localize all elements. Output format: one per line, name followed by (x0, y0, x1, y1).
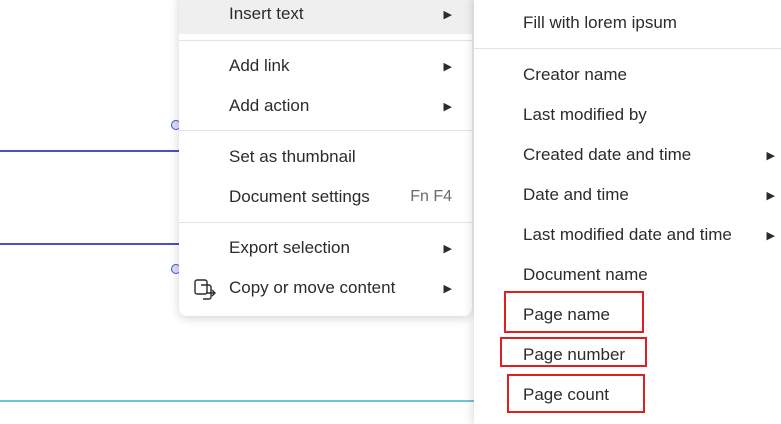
menu-item-label: Export selection (229, 238, 350, 257)
submenu-item-label: Fill with lorem ipsum (523, 13, 677, 32)
submenu-item-date-time[interactable]: Date and time ▶ (474, 175, 781, 215)
menu-item-copy-or-move-content[interactable]: Copy or move content ▶ (179, 268, 472, 308)
submenu-item-document-name[interactable]: Document name (474, 255, 781, 295)
keyboard-shortcut: Fn F4 (410, 188, 452, 205)
submenu-item-created-date-time[interactable]: Created date and time ▶ (474, 135, 781, 175)
menu-divider (474, 48, 781, 49)
menu-item-document-settings[interactable]: Document settings Fn F4 (179, 177, 472, 217)
menu-item-add-action[interactable]: Add action ▶ (179, 86, 472, 126)
submenu-item-label: Document name (523, 265, 648, 284)
submenu-arrow-icon: ▶ (443, 8, 452, 21)
menu-item-label: Document settings (229, 187, 370, 206)
copy-move-icon (193, 277, 217, 301)
submenu-arrow-icon: ▶ (443, 60, 452, 73)
submenu-item-last-modified-by[interactable]: Last modified by (474, 95, 781, 135)
submenu-item-label: Last modified by (523, 105, 647, 124)
menu-divider (179, 130, 472, 131)
menu-item-insert-text[interactable]: Insert text ▶ (179, 0, 472, 34)
submenu-arrow-icon: ▶ (443, 282, 452, 295)
submenu-item-label: Date and time (523, 185, 629, 204)
canvas-bottom-line[interactable] (0, 400, 474, 402)
submenu-item-label: Created date and time (523, 145, 692, 164)
highlight-outline-page-number (500, 337, 647, 367)
submenu-item-last-modified-date-time[interactable]: Last modified date and time ▶ (474, 215, 781, 255)
connector-line-bottom[interactable] (0, 243, 180, 245)
menu-item-add-link[interactable]: Add link ▶ (179, 46, 472, 86)
highlight-outline-page-name (504, 291, 644, 333)
submenu-item-label: Last modified date and time (523, 225, 732, 244)
menu-item-label: Add action (229, 96, 310, 115)
highlight-outline-page-count (507, 374, 645, 413)
menu-item-label: Add link (229, 56, 290, 75)
submenu-arrow-icon: ▶ (766, 189, 775, 202)
submenu-item-fill-lorem-ipsum[interactable]: Fill with lorem ipsum (474, 3, 781, 43)
menu-item-label: Copy or move content (229, 278, 396, 297)
menu-divider (179, 222, 472, 223)
connector-line-top[interactable] (0, 150, 180, 152)
context-menu: Insert text ▶ Add link ▶ Add action ▶ Se… (179, 0, 472, 316)
submenu-arrow-icon: ▶ (766, 229, 775, 242)
submenu-item-label: Creator name (523, 65, 627, 84)
submenu-item-creator-name[interactable]: Creator name (474, 55, 781, 95)
submenu-arrow-icon: ▶ (766, 149, 775, 162)
menu-divider (179, 40, 472, 41)
menu-item-label: Set as thumbnail (229, 147, 356, 166)
submenu-arrow-icon: ▶ (443, 242, 452, 255)
submenu-arrow-icon: ▶ (443, 100, 452, 113)
menu-item-set-as-thumbnail[interactable]: Set as thumbnail (179, 137, 472, 177)
menu-item-export-selection[interactable]: Export selection ▶ (179, 228, 472, 268)
menu-item-label: Insert text (229, 4, 304, 23)
